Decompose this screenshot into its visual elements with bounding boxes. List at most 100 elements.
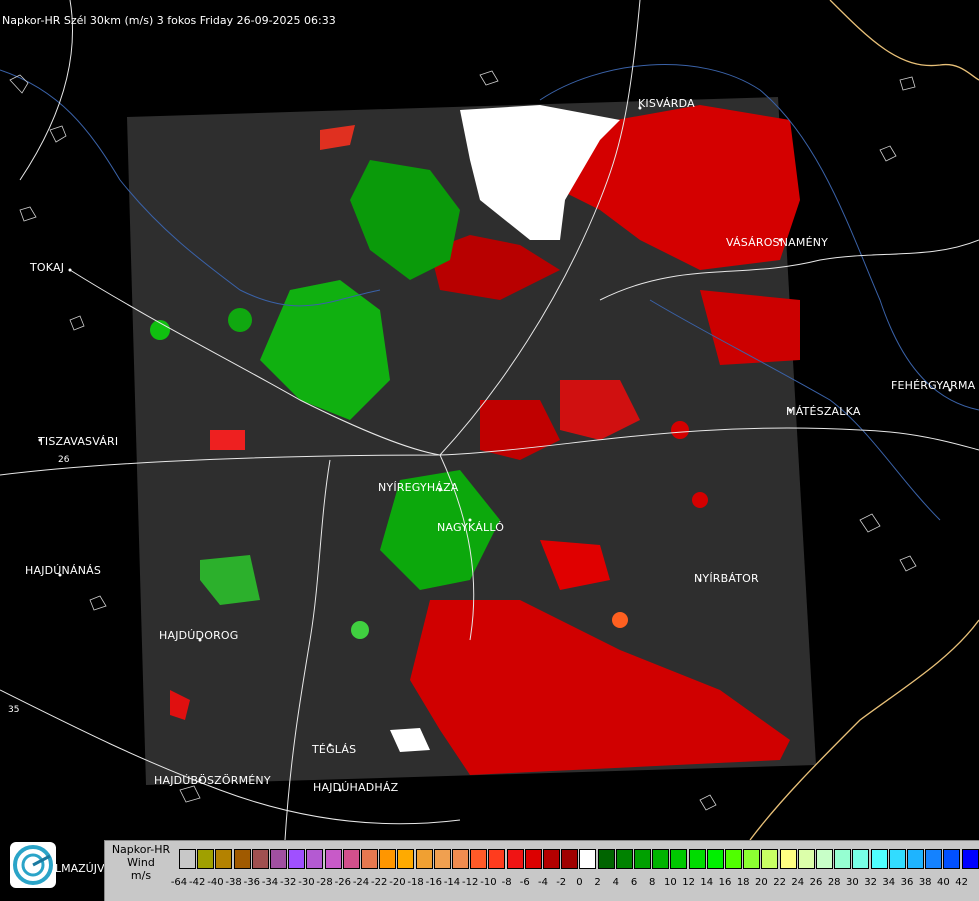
legend-tick-label: -34 [261, 877, 279, 888]
city-label-nyirbator: NYÍRBÁTOR [694, 572, 759, 585]
legend-tick-label: 6 [630, 877, 638, 888]
legend-swatch [670, 849, 688, 869]
legend-tick-label: -12 [462, 877, 479, 888]
legend-tick-label: 16 [718, 877, 732, 888]
legend-swatch [506, 849, 524, 869]
city-label-tiszavasvari: TISZAVASVÁRI [38, 435, 119, 448]
legend-swatch [233, 849, 251, 869]
radar-map[interactable]: 26 35 [0, 0, 979, 900]
legend-swatch [379, 849, 397, 869]
legend-tick-label: 2 [594, 877, 601, 888]
legend-swatch [925, 849, 943, 869]
legend-swatch [688, 849, 706, 869]
city-label-nagykallo: NAGYKÁLLÓ [437, 521, 505, 534]
legend-tick-label: 36 [900, 877, 914, 888]
legend-swatch [270, 849, 287, 869]
road-number-35: 35 [8, 705, 19, 715]
legend-tick-label: -18 [407, 877, 424, 888]
legend-swatch [816, 849, 833, 869]
legend-tick-label: 12 [682, 877, 695, 888]
city-label-kisvarda: KISVÁRDA [638, 97, 695, 110]
legend-swatch [907, 849, 924, 869]
legend-tick-label: 20 [755, 877, 768, 888]
city-label-teglas: TÉGLÁS [312, 743, 357, 756]
legend-tick-label: 30 [846, 877, 859, 888]
legend-tick-label: -6 [519, 877, 530, 888]
legend-tick-label: -38 [225, 877, 242, 888]
legend-swatch [215, 849, 233, 869]
legend-swatch [961, 849, 979, 869]
legend-swatch [888, 849, 906, 869]
legend-tick-label: -14 [443, 877, 461, 888]
legend-swatch [397, 849, 415, 869]
legend-swatch [342, 849, 360, 869]
legend-swatch [706, 849, 724, 869]
legend-tick-label: -28 [316, 877, 333, 888]
road-number-26: 26 [58, 455, 70, 465]
map-title: Napkor-HR Szél 30km (m/s) 3 fokos Friday… [2, 14, 336, 27]
legend-swatch [852, 849, 870, 869]
legend-swatch [452, 849, 469, 869]
legend-tick-label: -40 [207, 877, 224, 888]
legend-swatch [543, 849, 560, 869]
legend-tick-label: -24 [352, 877, 370, 888]
legend-swatch [634, 849, 651, 869]
legend-swatch [943, 849, 961, 869]
legend-tick-label: 8 [649, 877, 656, 888]
legend-swatch [652, 849, 670, 869]
legend-tick-label: 10 [664, 877, 677, 888]
city-label-hajduboszormeny: HAJDÚBÖSZÖRMÉNY [154, 774, 271, 787]
legend-label: Napkor-HR Wind m/s [111, 843, 171, 882]
legend-tick-label: -32 [280, 877, 297, 888]
legend-tick-label: 18 [736, 877, 750, 888]
legend-tick-label: 4 [612, 877, 619, 888]
legend-swatch [415, 849, 433, 869]
legend-swatch [761, 849, 779, 869]
legend-swatch [361, 849, 378, 869]
legend-swatch [870, 849, 888, 869]
legend-tick-label: 28 [827, 877, 841, 888]
legend-swatch [725, 849, 742, 869]
legend-swatch [561, 849, 579, 869]
city-label-fehergyarmat: FEHÉRGYARMA [891, 379, 976, 392]
legend-swatch [470, 849, 488, 869]
legend-tick-label: -22 [371, 877, 388, 888]
legend-swatch [834, 849, 852, 869]
legend-tick-label: 22 [773, 877, 786, 888]
legend-tick-label: 38 [918, 877, 932, 888]
legend-tick-label: 40 [937, 877, 950, 888]
legend-tick-label: -64 [170, 877, 188, 888]
legend-tick-label: -36 [243, 877, 260, 888]
legend-tick-label: 24 [791, 877, 805, 888]
legend-tick-label: -42 [189, 877, 206, 888]
city-label-hajdunanas: HAJDÚNÁNÁS [25, 564, 102, 577]
legend-tick-label: -2 [556, 877, 567, 888]
city-label-hajdudorog: HAJDÚDOROG [159, 629, 239, 642]
city-label-nyiregyhaza: NYÍREGYHÁZA [378, 481, 459, 494]
legend-swatch [615, 849, 633, 869]
legend-tick-label: -26 [334, 877, 351, 888]
legend-tick-label: -10 [480, 877, 497, 888]
legend-swatch [579, 849, 597, 869]
legend-swatch [288, 849, 306, 869]
legend-swatch [324, 849, 342, 869]
city-label-vasarosnameny: VÁSÁROSNAMÉNY [726, 236, 829, 249]
legend-swatch [306, 849, 324, 869]
legend-swatch [524, 849, 542, 869]
legend-swatch [433, 849, 451, 869]
legend-swatch [779, 849, 797, 869]
city-label-tokaj: TOKAJ [30, 261, 65, 274]
legend-tick-label: -8 [501, 877, 512, 888]
legend-tick-label: 42 [955, 877, 968, 888]
legend-swatch [197, 849, 215, 869]
legend-tick-label: 26 [809, 877, 823, 888]
legend-tick-label: 32 [864, 877, 877, 888]
legend-swatch [743, 849, 761, 869]
legend-swatch [797, 849, 815, 869]
city-label-hajduhadhaz: HAJDÚHADHÁZ [313, 781, 399, 794]
legend-tick-label: 14 [700, 877, 714, 888]
legend-tick-label: -30 [298, 877, 315, 888]
legend-swatch [488, 849, 506, 869]
legend-swatch [597, 849, 615, 869]
color-legend: Napkor-HR Wind m/s -64 -42 -40 -38 -36 -34 -32… [104, 840, 979, 901]
